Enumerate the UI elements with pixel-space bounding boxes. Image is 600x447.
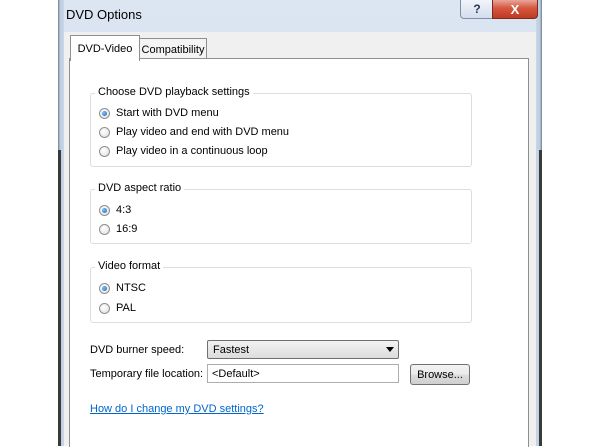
help-button[interactable]: ? <box>460 0 494 19</box>
radio-label: NTSC <box>116 282 146 294</box>
help-link[interactable]: How do I change my DVD settings? <box>90 403 264 415</box>
radio-aspect-4-3[interactable]: 4:3 <box>99 204 131 216</box>
radio-label: Start with DVD menu <box>116 107 219 119</box>
tab-compatibility[interactable]: Compatibility <box>139 38 207 60</box>
temp-location-label: Temporary file location: <box>90 368 204 380</box>
tab-label: Compatibility <box>141 43 205 56</box>
browse-button[interactable]: Browse... <box>410 364 470 385</box>
radio-button[interactable] <box>99 145 110 157</box>
radio-play-end-menu[interactable]: Play video and end with DVD menu <box>99 126 289 138</box>
radio-button[interactable] <box>99 107 110 119</box>
radio-ntsc[interactable]: NTSC <box>99 282 146 294</box>
radio-start-with-menu[interactable]: Start with DVD menu <box>99 107 219 119</box>
close-button[interactable]: X <box>492 0 538 19</box>
radio-label: 4:3 <box>116 204 132 216</box>
burner-speed-label: DVD burner speed: <box>90 344 185 356</box>
tab-label: DVD-Video <box>77 42 133 55</box>
aspect-ratio-group-title: DVD aspect ratio <box>95 182 185 194</box>
tab-dvd-video[interactable]: DVD-Video <box>70 35 140 61</box>
radio-button[interactable] <box>99 126 110 138</box>
radio-continuous-loop[interactable]: Play video in a continuous loop <box>99 145 268 157</box>
video-format-group <box>90 267 472 323</box>
burner-speed-value: Fastest <box>213 344 250 356</box>
radio-button[interactable] <box>99 223 110 235</box>
question-mark-icon: ? <box>473 2 481 16</box>
temp-location-input[interactable] <box>208 365 398 382</box>
radio-aspect-16-9[interactable]: 16:9 <box>99 223 137 235</box>
radio-button[interactable] <box>99 204 110 216</box>
radio-button[interactable] <box>99 302 110 314</box>
radio-label: PAL <box>116 302 136 314</box>
burner-speed-dropdown[interactable]: Fastest <box>207 340 399 359</box>
playback-group-title: Choose DVD playback settings <box>95 86 253 98</box>
radio-pal[interactable]: PAL <box>99 302 136 314</box>
close-icon: X <box>510 1 520 17</box>
window-title: DVD Options <box>66 7 142 22</box>
radio-label: Play video in a continuous loop <box>116 145 268 157</box>
aspect-ratio-group <box>90 189 472 244</box>
radio-button[interactable] <box>99 282 110 294</box>
temp-location-field[interactable] <box>207 364 399 383</box>
background-edge-right <box>539 150 542 446</box>
chevron-down-icon <box>386 347 394 352</box>
radio-label: Play video and end with DVD menu <box>116 126 290 138</box>
video-format-group-title: Video format <box>95 260 164 272</box>
background-edge-left <box>58 150 61 446</box>
radio-label: 16:9 <box>116 223 138 235</box>
